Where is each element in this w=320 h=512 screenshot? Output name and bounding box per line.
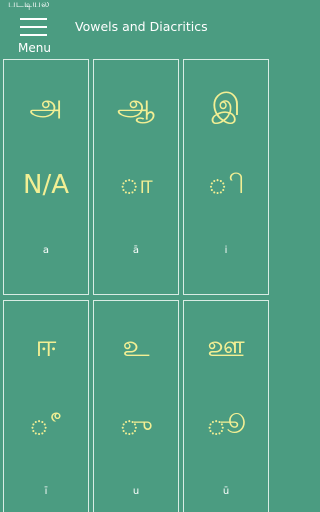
vowel-letter: ஆ bbox=[117, 88, 155, 123]
hamburger-menu-icon bbox=[20, 18, 47, 20]
vowel-transliteration: ū bbox=[222, 486, 230, 497]
vowel-transliteration: u bbox=[132, 486, 140, 497]
hamburger-menu-icon-bar bbox=[20, 34, 47, 36]
vowel-diacritic: N/A bbox=[23, 170, 69, 200]
vowel-letter: உ bbox=[122, 329, 150, 364]
vowel-transliteration: a bbox=[42, 245, 50, 256]
vowel-letter: அ bbox=[29, 88, 63, 123]
vowel-diacritic: ◌ீ bbox=[29, 411, 63, 441]
vowel-diacritic: ◌ி bbox=[207, 170, 245, 200]
vowel-card-uu[interactable]: ஊ ◌ூ ū bbox=[183, 300, 269, 512]
vowel-card-i[interactable]: இ ◌ி i bbox=[183, 59, 269, 295]
vowel-transliteration: ā bbox=[132, 245, 140, 256]
vowel-letter: ஊ bbox=[207, 329, 245, 364]
vowel-grid: அ N/A a ஆ ◌ா ā இ ◌ி i ஈ ◌ீ ī உ ◌ு u ஊ ◌ூ… bbox=[3, 59, 269, 512]
page-title: Vowels and Diacritics bbox=[75, 19, 208, 34]
vowel-transliteration: i bbox=[224, 245, 228, 256]
app-screen: படடியல Menu Vowels and Diacritics அ N/A … bbox=[0, 0, 271, 512]
vowel-transliteration: ī bbox=[44, 486, 48, 497]
vowel-card-u[interactable]: உ ◌ு u bbox=[93, 300, 179, 512]
hamburger-menu-icon-bar bbox=[20, 26, 47, 28]
vowel-card-ii[interactable]: ஈ ◌ீ ī bbox=[3, 300, 89, 512]
vowel-letter: இ bbox=[211, 88, 241, 123]
menu-button[interactable]: Menu bbox=[18, 16, 51, 56]
vowel-diacritic: ◌ு bbox=[119, 411, 153, 441]
vowel-card-aa[interactable]: ஆ ◌ா ā bbox=[93, 59, 179, 295]
vowel-diacritic: ◌ா bbox=[119, 170, 153, 200]
top-status-text: படடியல bbox=[8, 0, 50, 10]
vowel-card-a[interactable]: அ N/A a bbox=[3, 59, 89, 295]
vowel-letter: ஈ bbox=[35, 329, 57, 364]
vowel-diacritic: ◌ூ bbox=[206, 411, 246, 441]
menu-label: Menu bbox=[18, 41, 51, 55]
